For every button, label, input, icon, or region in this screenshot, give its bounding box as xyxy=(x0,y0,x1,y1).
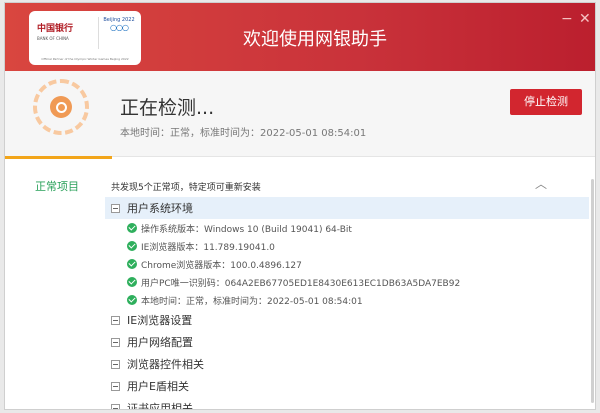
collapse-box-icon[interactable] xyxy=(111,203,120,213)
check-circle-icon xyxy=(127,223,137,233)
bank-logo: 中国银行 BANK OF CHINA Beijing 2022 ○○○ Offici… xyxy=(29,11,141,65)
title-bar: 中国银行 BANK OF CHINA Beijing 2022 ○○○ Offici… xyxy=(5,3,595,71)
group-label: 用户网络配置 xyxy=(127,336,193,349)
close-button[interactable]: ✕ xyxy=(579,11,591,27)
check-circle-icon xyxy=(127,259,137,269)
item-text: 操作系统版本：Windows 10 (Build 19041) 64-Bit xyxy=(141,224,352,235)
status-title: 正在检测... xyxy=(120,97,215,119)
group-network[interactable]: 用户网络配置 xyxy=(105,331,589,353)
stop-check-button[interactable]: 停止检测 xyxy=(510,89,582,115)
status-panel: 正在检测... 本地时间：正常，标准时间为：2022-05-01 08:54:0… xyxy=(5,71,595,157)
group-label: IE浏览器设置 xyxy=(127,314,193,327)
group-user-system[interactable]: 用户系统环境 xyxy=(105,197,589,219)
list-item: 操作系统版本：Windows 10 (Build 19041) 64-Bit xyxy=(105,219,589,237)
local-time-text: 本地时间：正常，标准时间为：2022-05-01 08:54:01 xyxy=(120,128,367,139)
chevron-up-icon[interactable]: ︿ xyxy=(535,175,547,192)
collapse-box-icon[interactable] xyxy=(111,359,120,369)
item-text: Chrome浏览器版本：100.0.4896.127 xyxy=(141,260,302,271)
list-item: 用户PC唯一识别码：064A2EB67705ED1E8430E613EC1DB6… xyxy=(105,273,589,291)
list-item: IE浏览器版本：11.789.19041.0 xyxy=(105,237,589,255)
collapse-box-icon[interactable] xyxy=(111,337,120,347)
category-normal-items[interactable]: 正常项目 xyxy=(35,178,79,194)
progress-underline xyxy=(5,156,112,159)
search-icon xyxy=(50,96,72,118)
list-item: Chrome浏览器版本：100.0.4896.127 xyxy=(105,255,589,273)
app-window: 中国银行 BANK OF CHINA Beijing 2022 ○○○ Offici… xyxy=(4,2,596,410)
group-browser-controls[interactable]: 浏览器控件相关 xyxy=(105,353,589,375)
item-text: 本地时间：正常，标准时间为：2022-05-01 08:54:01 xyxy=(141,296,363,307)
group-label: 用户系统环境 xyxy=(127,202,193,215)
group-label: 浏览器控件相关 xyxy=(127,358,204,371)
group-label: 用户E盾相关 xyxy=(127,380,189,393)
item-text: 用户PC唯一识别码：064A2EB67705ED1E8430E613EC1DB6… xyxy=(141,278,461,289)
olympic-rings-icon: ○○○ xyxy=(110,23,129,32)
scrollbar[interactable] xyxy=(591,179,594,403)
check-list: 用户系统环境 操作系统版本：Windows 10 (Build 19041) 6… xyxy=(105,197,589,410)
list-item: 本地时间：正常，标准时间为：2022-05-01 08:54:01 xyxy=(105,291,589,309)
partner-text: Official Partner of the Olympic Winter G… xyxy=(41,57,129,61)
olympic-logo: Beijing 2022 ○○○ xyxy=(103,17,135,32)
collapse-box-icon[interactable] xyxy=(111,315,120,325)
minimize-button[interactable]: − xyxy=(561,11,573,27)
logo-divider xyxy=(98,17,99,49)
check-circle-icon xyxy=(127,277,137,287)
group-eshield[interactable]: 用户E盾相关 xyxy=(105,375,589,397)
summary-text: 共发现5个正常项，特定项可重新安装 xyxy=(111,183,261,193)
bank-name: 中国银行 xyxy=(37,24,74,34)
group-ie-settings[interactable]: IE浏览器设置 xyxy=(105,309,589,331)
group-label: 证书应用相关 xyxy=(127,402,193,410)
collapse-box-icon[interactable] xyxy=(111,381,120,391)
app-title: 欢迎使用网银助手 xyxy=(243,29,387,50)
collapse-box-icon[interactable] xyxy=(111,403,120,409)
check-circle-icon xyxy=(127,295,137,305)
check-circle-icon xyxy=(127,241,137,251)
item-text: IE浏览器版本：11.789.19041.0 xyxy=(141,242,275,253)
boc-logo: 中国银行 BANK OF CHINA xyxy=(37,21,73,41)
bank-name-en: BANK OF CHINA xyxy=(37,36,69,41)
group-certificate[interactable]: 证书应用相关 xyxy=(105,397,589,410)
